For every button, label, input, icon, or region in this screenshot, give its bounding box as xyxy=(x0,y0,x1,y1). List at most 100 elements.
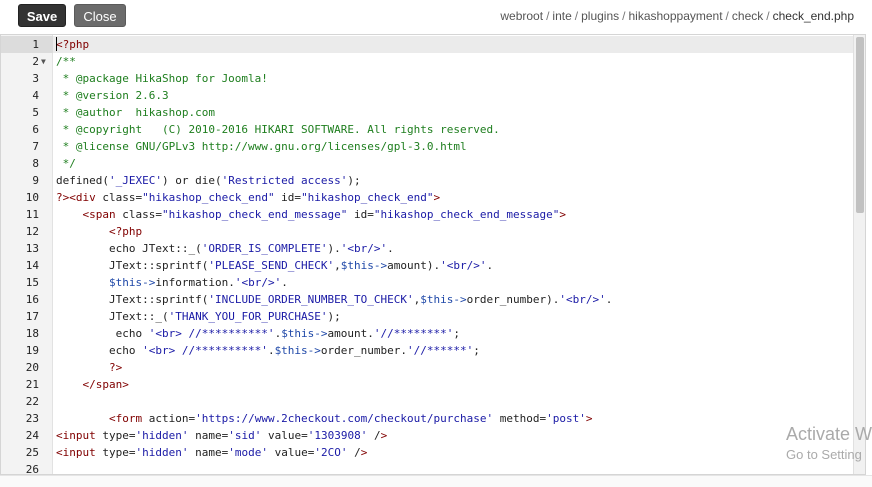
code-line[interactable]: 13 echo JText::_('ORDER_IS_COMPLETE').'<… xyxy=(1,240,865,257)
line-number: 7 xyxy=(32,140,39,153)
code-text: echo '<br> //**********'.$this->amount.'… xyxy=(56,327,461,340)
code-text: $this->information.'<br/>'. xyxy=(108,276,288,289)
line-number: 8 xyxy=(32,157,39,170)
line-number: 25 xyxy=(25,446,39,459)
activation-watermark: Activate W Go to Setting xyxy=(786,424,872,462)
line-number: 14 xyxy=(25,259,39,272)
watermark-line-1: Activate W xyxy=(786,424,872,444)
code-line[interactable]: 10 ?><div class="hikashop_check_end" id="… xyxy=(1,189,865,206)
breadcrumb-item-check[interactable]: check xyxy=(732,9,763,23)
line-number: 10 xyxy=(25,191,39,204)
breadcrumb-current-file: check_end.php xyxy=(772,9,854,23)
code-text: <?php xyxy=(108,225,143,238)
toolbar: Save Close webroot / inte / plugins / hikashop… xyxy=(0,0,872,34)
code-line[interactable]: 16 JText::sprintf('INCLUDE_ORDER_NUMBER_… xyxy=(1,291,865,308)
line-number: 18 xyxy=(25,327,39,340)
line-number: 24 xyxy=(25,429,39,442)
code-text: JText::sprintf('INCLUDE_ORDER_NUMBER_TO_… xyxy=(56,293,613,306)
breadcrumb: webroot / inte / plugins / hikashoppayment / che… xyxy=(500,9,854,23)
text-cursor xyxy=(56,37,57,51)
code-line[interactable]: 11 <span class="hikashop_check_end_messa… xyxy=(1,206,865,223)
breadcrumb-separator: / xyxy=(766,9,770,23)
code-text: * @license GNU/GPLv3 http://www.gnu.org/… xyxy=(56,140,467,153)
code-text: */ xyxy=(56,157,76,170)
code-line[interactable]: 22 xyxy=(1,393,865,410)
code-text: defined('_JEXEC') or die('Restricted acc… xyxy=(56,174,361,187)
code-text: <input type='hidden' name='sid' value='1… xyxy=(56,429,388,442)
code-line[interactable]: 19 echo '<br> //**********'.$this->order… xyxy=(1,342,865,359)
code-line[interactable]: 15 $this->information.'<br/>'. xyxy=(1,274,865,291)
code-text: echo JText::_('ORDER_IS_COMPLETE').'<br/… xyxy=(56,242,394,255)
watermark-line-2: Go to Setting xyxy=(786,447,862,462)
breadcrumb-item-webroot[interactable]: webroot xyxy=(500,9,543,23)
line-number: 23 xyxy=(25,412,39,425)
breadcrumb-separator: / xyxy=(574,9,579,23)
code-text: <?php xyxy=(56,38,90,51)
line-number: 2 xyxy=(32,55,39,68)
code-line[interactable]: 8 */ xyxy=(1,155,865,172)
code-line[interactable]: 4 * @version 2.6.3 xyxy=(1,87,865,104)
line-number: 5 xyxy=(32,106,39,119)
code-line[interactable]: 5 * @author hikashop.com xyxy=(1,104,865,121)
line-number: 6 xyxy=(32,123,39,136)
breadcrumb-separator: / xyxy=(725,9,729,23)
code-text: * @author hikashop.com xyxy=(56,106,215,119)
line-number: 3 xyxy=(32,72,39,85)
line-number: 12 xyxy=(25,225,39,238)
code-line[interactable]: 25 <input type='hidden' name='mode' value… xyxy=(1,444,865,461)
breadcrumb-item-hikashoppayment[interactable]: hikashoppayment xyxy=(628,9,722,23)
code-text: * @version 2.6.3 xyxy=(56,89,169,102)
code-line[interactable]: 21 </span> xyxy=(1,376,865,393)
scrollbar-thumb[interactable] xyxy=(856,37,864,213)
code-line[interactable]: 18 echo '<br> //**********'.$this->amoun… xyxy=(1,325,865,342)
code-line[interactable]: 24 <input type='hidden' name='sid' value=… xyxy=(1,427,865,444)
line-number: 19 xyxy=(25,344,39,357)
code-line[interactable]: 7 * @license GNU/GPLv3 http://www.gnu.or… xyxy=(1,138,865,155)
code-line[interactable]: 9 defined('_JEXEC') or die('Restricted ac… xyxy=(1,172,865,189)
code-line[interactable]: 26 xyxy=(1,461,865,475)
line-number: 22 xyxy=(25,395,39,408)
line-number: 1 xyxy=(32,38,39,51)
code-text: JText::sprintf('PLEASE_SEND_CHECK',$this… xyxy=(56,259,494,272)
code-text: ?> xyxy=(108,361,123,374)
code-line[interactable]: 1 <?php xyxy=(1,36,865,53)
code-text: <input type='hidden' name='mode' value='… xyxy=(56,446,368,459)
close-button[interactable]: Close xyxy=(74,4,126,27)
line-number: 21 xyxy=(25,378,39,391)
code-line[interactable]: 3 * @package HikaShop for Joomla! xyxy=(1,70,865,87)
active-line-highlight xyxy=(53,36,865,53)
code-line[interactable]: 6 * @copyright (C) 2010-2016 HIKARI SOFT… xyxy=(1,121,865,138)
code-text: <span class="hikashop_check_end_message"… xyxy=(82,208,566,221)
fold-toggle-icon[interactable]: ▼ xyxy=(41,53,46,70)
vertical-scrollbar[interactable] xyxy=(853,35,865,474)
code-line[interactable]: 2 ▼ /** xyxy=(1,53,865,70)
line-number: 13 xyxy=(25,242,39,255)
code-text: * @copyright (C) 2010-2016 HIKARI SOFTWA… xyxy=(56,123,500,136)
code-text: * @package HikaShop for Joomla! xyxy=(56,72,268,85)
save-button[interactable]: Save xyxy=(18,4,66,27)
line-number: 20 xyxy=(25,361,39,374)
code-editor[interactable]: 1 <?php 2 ▼ /** 3 * @package HikaShop for Joo… xyxy=(0,34,866,475)
line-number: 4 xyxy=(32,89,39,102)
code-line[interactable]: 12 <?php xyxy=(1,223,865,240)
breadcrumb-item-inte[interactable]: inte xyxy=(552,9,571,23)
breadcrumb-item-plugins[interactable]: plugins xyxy=(581,9,619,23)
breadcrumb-separator: / xyxy=(546,9,550,23)
editor-bottom-bar xyxy=(0,475,872,487)
line-number: 15 xyxy=(25,276,39,289)
code-line[interactable]: 23 <form action='https://www.2checkout.c… xyxy=(1,410,865,427)
line-number: 17 xyxy=(25,310,39,323)
code-text: /** xyxy=(56,55,76,68)
code-line[interactable]: 17 JText::_('THANK_YOU_FOR_PURCHASE'); xyxy=(1,308,865,325)
line-number: 9 xyxy=(32,174,39,187)
code-text: echo '<br> //**********'.$this->order_nu… xyxy=(56,344,480,357)
code-text: <form action='https://www.2checkout.com/… xyxy=(108,412,593,425)
code-text: JText::_('THANK_YOU_FOR_PURCHASE'); xyxy=(56,310,341,323)
line-number: 16 xyxy=(25,293,39,306)
code-text: </span> xyxy=(82,378,129,391)
code-text: ?><div class="hikashop_check_end" id="hi… xyxy=(56,191,441,204)
line-number: 11 xyxy=(25,208,39,221)
code-line[interactable]: 20 ?> xyxy=(1,359,865,376)
code-line[interactable]: 14 JText::sprintf('PLEASE_SEND_CHECK',$t… xyxy=(1,257,865,274)
line-number: 26 xyxy=(25,463,39,475)
